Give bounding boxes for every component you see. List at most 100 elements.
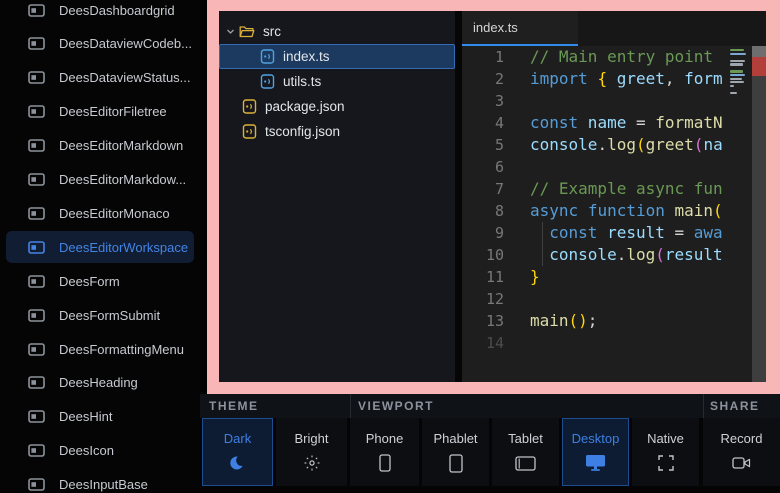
sidebar-item-deeshint[interactable]: DeesHint <box>6 401 194 433</box>
code-line-4[interactable]: 4const name = formatN <box>462 112 766 134</box>
section-divider <box>703 394 704 418</box>
ts-file-icon <box>260 74 275 89</box>
code-text: console.log(greet(na <box>504 134 723 156</box>
code-text: main(); <box>504 310 597 332</box>
sidebar-item-deesdataviewstatus[interactable]: DeesDataviewStatus... <box>6 62 194 94</box>
code-line-10[interactable]: 10 console.log(result <box>462 244 766 266</box>
tablet-button[interactable]: Tablet <box>492 418 559 486</box>
component-icon <box>28 343 45 356</box>
error-marker <box>752 57 766 76</box>
sidebar-item-deesformsubmit[interactable]: DeesFormSubmit <box>6 299 194 331</box>
sidebar-item-deesinputbase[interactable]: DeesInputBase <box>6 469 194 493</box>
code-line-14[interactable]: 14 <box>462 332 766 354</box>
button-label: Record <box>721 431 763 446</box>
line-number: 11 <box>462 266 504 288</box>
tab-index-ts[interactable]: index.ts <box>462 11 578 46</box>
line-number: 14 <box>462 332 504 354</box>
sidebar-item-deesformattingmenu[interactable]: DeesFormattingMenu <box>6 333 194 365</box>
component-icon <box>28 309 45 322</box>
line-number: 10 <box>462 244 504 266</box>
code-line-1[interactable]: 1// Main entry point <box>462 46 766 68</box>
sidebar-item-deesheading[interactable]: DeesHeading <box>6 367 194 399</box>
line-number: 6 <box>462 156 504 178</box>
code-line-11[interactable]: 11} <box>462 266 766 288</box>
file-tree-panel: src index.ts utils.ts package.json tsconfig.… <box>219 11 455 382</box>
desktop-button[interactable]: Desktop <box>562 418 629 486</box>
button-label: Dark <box>224 431 251 446</box>
sidebar-item-deesdashboardgrid[interactable]: DeesDashboardgrid <box>6 0 194 26</box>
filetree-row-index-ts[interactable]: index.ts <box>219 44 455 69</box>
sidebar-item-deeseditormonaco[interactable]: DeesEditorMonaco <box>6 197 194 229</box>
component-icon <box>28 139 45 152</box>
editor-workspace-demo: src index.ts utils.ts package.json tsconfig.… <box>219 11 766 382</box>
sidebar-item-deesdataviewcodeb[interactable]: DeesDataviewCodeb... <box>6 28 194 60</box>
sidebar-item-deesicon[interactable]: DeesIcon <box>6 435 194 467</box>
editor-tab-bar: index.ts <box>462 11 766 46</box>
scrollbar-slider[interactable] <box>752 46 766 57</box>
moon-icon <box>229 453 246 473</box>
filetree-row-src[interactable]: src <box>219 19 455 44</box>
sidebar-item-label: DeesHeading <box>59 375 138 390</box>
component-icon <box>28 207 45 220</box>
code-line-9[interactable]: 9 const result = awa <box>462 222 766 244</box>
sidebar-item-label: DeesHint <box>59 409 112 424</box>
button-label: Desktop <box>572 431 620 446</box>
filetree-label: index.ts <box>283 49 330 64</box>
line-number: 9 <box>462 222 504 244</box>
component-icon <box>28 275 45 288</box>
filetree-row-utils-ts[interactable]: utils.ts <box>219 69 455 94</box>
component-icon <box>28 478 45 491</box>
component-icon <box>28 4 45 17</box>
sidebar-item-deesform[interactable]: DeesForm <box>6 265 194 297</box>
line-number: 2 <box>462 68 504 90</box>
dark-button[interactable]: Dark <box>202 418 273 486</box>
sidebar-item-deeseditorfiletree[interactable]: DeesEditorFiletree <box>6 96 194 128</box>
sidebar-item-label: DeesFormattingMenu <box>59 342 184 357</box>
code-line-2[interactable]: 2import { greet, form <box>462 68 766 90</box>
button-label: Tablet <box>508 431 543 446</box>
code-line-7[interactable]: 7// Example async fun <box>462 178 766 200</box>
native-button[interactable]: Native <box>632 418 699 486</box>
button-label: Phone <box>366 431 404 446</box>
filetree-label: tsconfig.json <box>265 124 340 139</box>
code-text <box>504 332 530 354</box>
scrollbar-ruler[interactable] <box>752 46 766 382</box>
minimap[interactable] <box>730 49 746 99</box>
code-line-12[interactable]: 12 <box>462 288 766 310</box>
code-text: console.log(result <box>504 244 723 266</box>
chevron-down-icon <box>226 27 235 36</box>
filetree-row-tsconfig-json[interactable]: tsconfig.json <box>219 119 455 144</box>
code-area[interactable]: 1// Main entry point2import { greet, for… <box>462 46 766 382</box>
native-icon <box>658 453 674 473</box>
code-line-8[interactable]: 8async function main( <box>462 200 766 222</box>
code-text: const result = awa <box>504 222 723 244</box>
code-text <box>504 156 530 178</box>
phablet-button[interactable]: Phablet <box>422 418 489 486</box>
desktop-icon <box>585 453 606 473</box>
component-icon <box>28 376 45 389</box>
theme-section-title: THEME <box>209 399 259 413</box>
filetree-label: package.json <box>265 99 345 114</box>
sidebar-item-label: DeesEditorMonaco <box>59 206 170 221</box>
code-line-5[interactable]: 5console.log(greet(na <box>462 134 766 156</box>
sidebar-item-deeseditormarkdown[interactable]: DeesEditorMarkdown <box>6 130 194 162</box>
toolbar-header: THEME VIEWPORT SHARE <box>200 394 780 418</box>
code-text <box>504 288 530 310</box>
filetree-row-package-json[interactable]: package.json <box>219 94 455 119</box>
code-text: const name = formatN <box>504 112 723 134</box>
sidebar-item-deeseditormarkdow[interactable]: DeesEditorMarkdow... <box>6 164 194 196</box>
button-label: Phablet <box>433 431 477 446</box>
bright-button[interactable]: Bright <box>276 418 347 486</box>
code-line-3[interactable]: 3 <box>462 90 766 112</box>
phone-button[interactable]: Phone <box>350 418 419 486</box>
phablet-icon <box>449 453 463 473</box>
tablet-icon <box>515 453 536 473</box>
record-button[interactable]: Record <box>703 418 780 486</box>
line-number: 5 <box>462 134 504 156</box>
line-number: 7 <box>462 178 504 200</box>
component-icon <box>28 71 45 84</box>
sidebar-item-deeseditorworkspace[interactable]: DeesEditorWorkspace <box>6 231 194 263</box>
code-line-6[interactable]: 6 <box>462 156 766 178</box>
button-label: Bright <box>295 431 329 446</box>
code-line-13[interactable]: 13main(); <box>462 310 766 332</box>
